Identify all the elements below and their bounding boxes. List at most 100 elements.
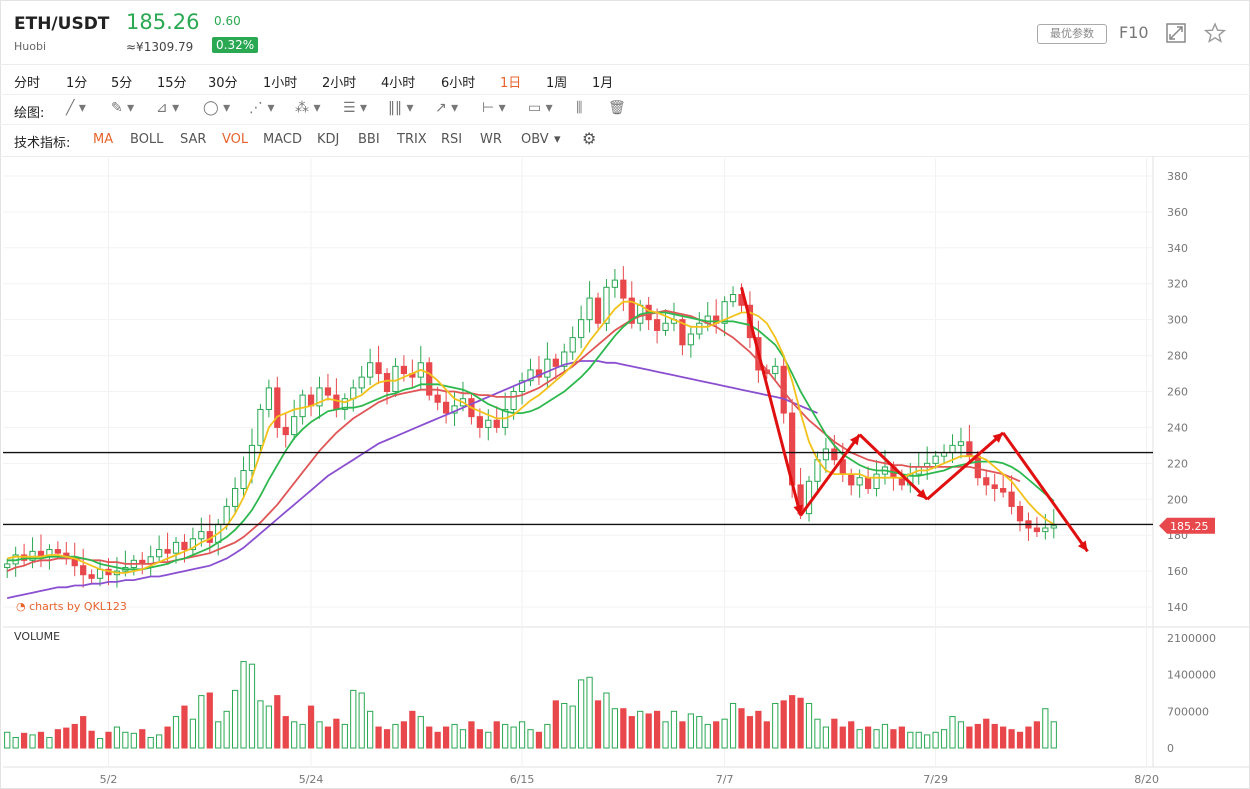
candle-body	[1016, 505, 1024, 522]
volume-bar	[274, 695, 281, 749]
volume-bar	[257, 700, 264, 749]
volume-bar	[113, 726, 121, 749]
volume-bar	[265, 705, 272, 749]
candle-body	[231, 487, 239, 507]
volume-bar	[37, 731, 45, 749]
volume-bar	[653, 710, 661, 749]
candle-body	[181, 541, 188, 551]
candle-body	[358, 376, 365, 389]
candle-body	[248, 444, 256, 472]
volume-bar	[569, 705, 576, 749]
volume-bar	[88, 730, 95, 749]
candle-body	[552, 358, 559, 367]
candle-body	[383, 373, 391, 392]
volume-bar	[240, 661, 247, 749]
volume-bar	[383, 729, 391, 749]
volume-bar	[367, 710, 374, 749]
volume-bar	[80, 716, 87, 749]
volume-bar	[932, 731, 939, 749]
candle-body	[974, 455, 981, 479]
volume-bar	[662, 721, 669, 749]
price-chart[interactable]: 5/2 5/24 6/15 7/7 7/29 8/20140160180200220240…	[0, 0, 1250, 789]
volume-bar	[552, 700, 559, 749]
volume-bar	[156, 734, 163, 749]
volume-tick-label: 700000	[1167, 705, 1209, 718]
volume-bar	[350, 689, 357, 749]
candle-body	[729, 294, 737, 303]
volume-bar	[586, 676, 593, 749]
candle-body	[164, 549, 171, 554]
volume-bar	[4, 731, 11, 749]
volume-bar	[139, 729, 146, 749]
volume-bar	[147, 737, 154, 749]
x-tick-label: 7/29	[923, 773, 948, 786]
volume-bar	[578, 679, 585, 749]
volume-bar	[172, 716, 180, 749]
volume-bar	[1000, 726, 1007, 749]
candle-body	[485, 419, 492, 428]
y-tick-label: 220	[1167, 457, 1188, 470]
candle-body	[932, 455, 939, 464]
volume-bar	[493, 721, 500, 749]
y-tick-label: 300	[1167, 314, 1188, 327]
candle-body	[831, 448, 838, 461]
volume-bar	[20, 732, 28, 749]
candle-body	[687, 333, 694, 346]
volume-bar	[206, 692, 213, 749]
volume-bar	[409, 710, 416, 749]
candle-body	[274, 387, 281, 428]
volume-bar	[231, 689, 239, 749]
volume-bar	[71, 723, 78, 749]
volume-bar	[839, 726, 846, 749]
candle-body	[957, 441, 965, 446]
volume-bar	[451, 723, 458, 749]
volume-bar	[704, 723, 711, 749]
volume-bar	[122, 731, 129, 749]
candle-body	[493, 419, 500, 428]
candle-body	[966, 441, 973, 457]
watermark-logo-icon: ◔	[16, 600, 30, 613]
volume-bar	[814, 718, 821, 749]
candle-body	[1042, 527, 1049, 533]
volume-bar	[620, 708, 627, 749]
volume-bar	[248, 663, 256, 749]
volume-bar	[63, 727, 70, 749]
volume-bar	[738, 708, 745, 749]
x-tick-label: 5/24	[299, 773, 324, 786]
y-tick-label: 260	[1167, 386, 1188, 399]
candle-body	[544, 358, 551, 378]
volume-bar	[940, 729, 948, 749]
volume-bar	[721, 718, 728, 749]
candle-body	[620, 279, 627, 299]
candle-body	[1008, 491, 1015, 507]
candle-body	[265, 387, 272, 410]
volume-bar	[594, 700, 602, 749]
candle-body	[367, 362, 374, 378]
volume-bar	[856, 729, 863, 749]
candle-body	[476, 416, 483, 428]
watermark: ◔ charts by QKL123	[16, 600, 127, 613]
volume-bar	[746, 716, 754, 749]
volume-bar	[96, 738, 104, 749]
volume-bar	[915, 731, 922, 749]
volume-bar	[426, 726, 433, 749]
volume-bar	[223, 710, 230, 749]
volume-bar	[1042, 708, 1049, 749]
volume-bar	[341, 723, 348, 749]
volume-bar	[729, 702, 737, 749]
candle-body	[586, 297, 593, 321]
volume-bar	[561, 702, 568, 749]
candle-body	[375, 362, 382, 375]
volume-bar	[518, 721, 526, 749]
candle-body	[88, 574, 95, 579]
candle-body	[772, 365, 779, 375]
volume-bar	[924, 734, 931, 749]
volume-bar	[1050, 721, 1057, 749]
candle-body	[291, 416, 298, 436]
x-tick-label: 6/15	[510, 773, 535, 786]
candle-body	[282, 426, 289, 436]
volume-bar	[442, 726, 450, 749]
volume-bar	[628, 716, 635, 749]
candle-body	[949, 444, 956, 454]
volume-bar	[29, 734, 36, 749]
